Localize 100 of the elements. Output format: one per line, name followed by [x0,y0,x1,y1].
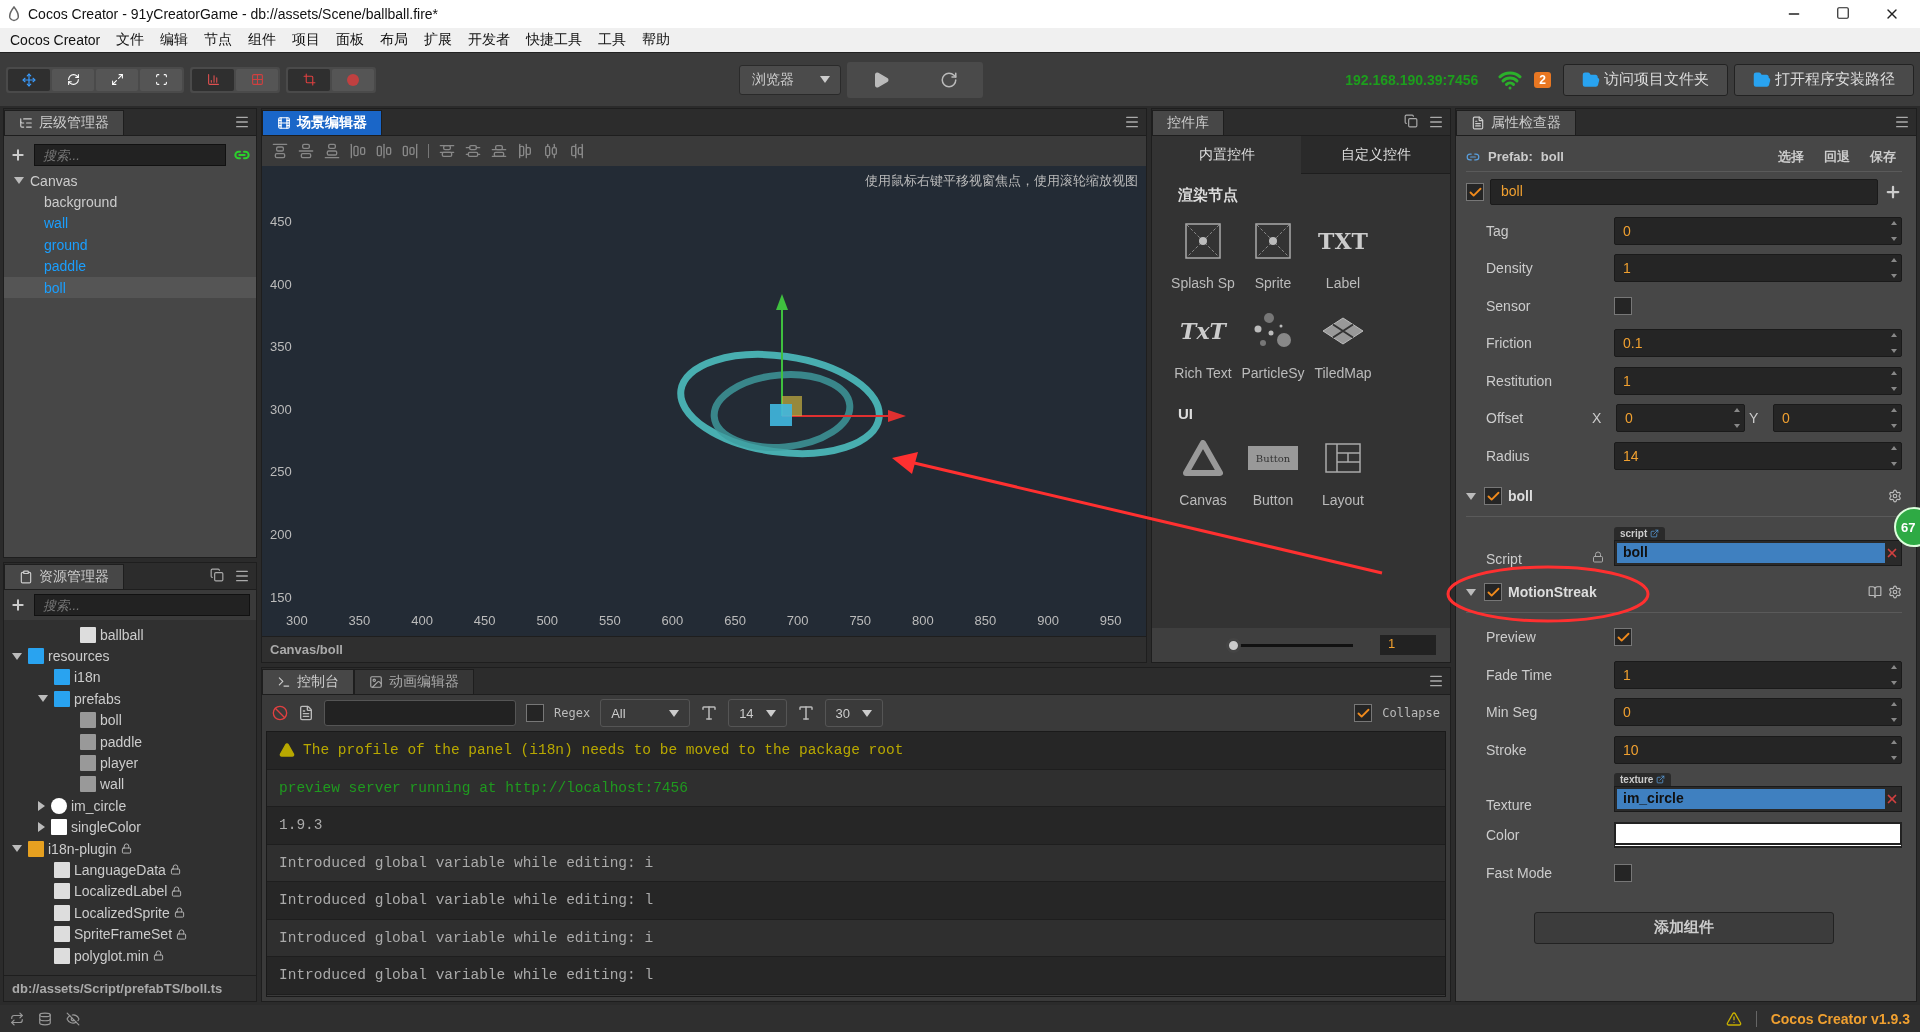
asset-item[interactable]: singleColor [4,816,256,838]
asset-item[interactable]: LocalizedSprite [4,902,256,924]
checkbox[interactable] [1484,583,1502,601]
checkbox[interactable] [1614,628,1632,647]
panel-tab[interactable]: 层级管理器 [4,110,124,135]
search-field[interactable]: 搜索... [34,144,226,166]
menu-icon[interactable] [1428,114,1444,130]
align-icon[interactable] [569,143,585,159]
clear-icon[interactable] [272,705,288,721]
maximize-icon[interactable] [1836,6,1850,20]
checkbox[interactable] [1614,863,1632,882]
asset-item[interactable]: LanguageData [4,859,256,881]
menu-item[interactable]: 布局 [372,31,417,49]
level-select[interactable]: All [600,699,691,727]
rotate-tool-button[interactable] [52,68,94,91]
checkbox[interactable] [526,704,544,722]
line-height-select[interactable]: 30 [824,699,884,727]
align-icon[interactable] [376,143,392,159]
menu-item[interactable]: 扩展 [416,31,461,49]
align-icon[interactable] [517,143,533,159]
zoom-field[interactable]: 1 [1380,635,1436,655]
add-icon[interactable] [1884,183,1902,201]
rect-tool-button[interactable] [140,68,182,91]
panel-tab[interactable]: 控制台 [262,669,354,694]
align-icon[interactable] [543,143,559,159]
align-icon[interactable] [491,143,507,159]
move-tool-button[interactable] [8,68,50,91]
menu-item[interactable]: 工具 [590,31,635,49]
menu-icon[interactable] [1124,114,1140,130]
prefab-action[interactable]: 选择 [1772,147,1810,166]
panel-tab[interactable]: 场景编辑器 [262,110,382,135]
number-field[interactable]: 0 [1616,404,1745,433]
font-size-select[interactable]: 14 [728,699,787,727]
warning-icon[interactable] [1725,1010,1742,1027]
folder-button[interactable]: 访问项目文件夹 [1563,63,1728,96]
widget-label[interactable]: Button [1252,492,1294,508]
number-field[interactable]: 1 [1614,660,1902,689]
add-component-button[interactable]: 添加组件 [1534,911,1834,944]
scale-tool-button[interactable] [96,68,138,91]
number-field[interactable]: 0 [1614,216,1902,245]
menu-item[interactable]: 组件 [240,31,285,49]
number-field[interactable]: 0.1 [1614,329,1902,358]
library-tab[interactable]: 内置控件 [1152,136,1301,174]
tree-item[interactable]: Canvas [4,170,256,192]
asset-item[interactable]: prefabs [4,688,256,710]
align-icon[interactable] [272,143,288,159]
hidden-icon[interactable] [66,1011,80,1026]
asset-item[interactable]: polyglot.min [4,944,256,967]
settings-icon[interactable] [1888,489,1902,503]
menu-item[interactable]: 编辑 [152,31,197,49]
menu-item[interactable]: 面板 [328,31,373,49]
number-field[interactable]: 0 [1614,698,1902,727]
number-field[interactable]: 0 [1773,404,1902,433]
asset-item[interactable]: wall [4,773,256,796]
panel-tab[interactable]: 属性检查器 [1456,110,1576,135]
widget-label[interactable]: Splash Sp [1171,275,1235,291]
log-file-icon[interactable] [298,705,314,721]
asset-item[interactable]: boll [4,709,256,731]
popout-icon[interactable] [210,568,224,582]
slider-thumb[interactable] [1226,637,1241,653]
asset-field[interactable]: boll [1614,540,1902,566]
panel-tab[interactable]: 动画编辑器 [354,669,474,694]
prefab-action[interactable]: 回退 [1818,147,1856,166]
align-icon[interactable] [324,143,340,159]
preview-target-select[interactable]: 浏览器 [738,64,841,95]
menu-item[interactable]: 项目 [284,31,329,49]
menu-item[interactable]: Cocos Creator [2,32,109,48]
node-name-field[interactable]: boll [1490,179,1878,205]
checkbox[interactable] [1484,487,1502,505]
expand-toggle-icon[interactable] [38,800,45,811]
align-icon[interactable] [439,143,455,159]
expand-toggle-icon[interactable] [1466,492,1476,500]
checkbox[interactable] [1614,296,1632,315]
menu-item[interactable]: 节点 [196,31,241,49]
align-icon[interactable] [298,143,314,159]
number-field[interactable]: 1 [1614,254,1902,283]
asset-item[interactable]: player [4,752,256,774]
menu-item[interactable]: 文件 [108,31,153,49]
menu-item[interactable]: 开发者 [460,31,519,49]
asset-item[interactable]: paddle [4,730,256,753]
folder-button[interactable]: 打开程序安装路径 [1734,63,1914,96]
number-field[interactable]: 10 [1614,735,1902,764]
menu-icon[interactable] [1428,673,1444,689]
asset-item[interactable]: SpriteFrameSet [4,923,256,945]
panel-tab[interactable]: 控件库 [1152,110,1224,135]
asset-item[interactable]: ballball [4,624,256,646]
sync-icon[interactable] [10,1011,24,1026]
widget-label[interactable]: Label [1325,275,1361,291]
align-icon[interactable] [350,143,366,159]
asset-item[interactable]: i18n-plugin [4,837,256,860]
remove-icon[interactable] [1885,792,1899,806]
menu-item[interactable]: 帮助 [634,31,679,49]
menu-item[interactable]: 快捷工具 [518,31,591,49]
settings-icon[interactable] [1888,585,1902,599]
menu-icon[interactable] [234,568,250,584]
book-icon[interactable] [1868,585,1882,599]
local-button[interactable] [288,68,330,91]
checkbox[interactable] [1466,183,1484,201]
panel-tab[interactable]: 资源管理器 [4,564,124,589]
checkbox[interactable] [1354,704,1373,722]
